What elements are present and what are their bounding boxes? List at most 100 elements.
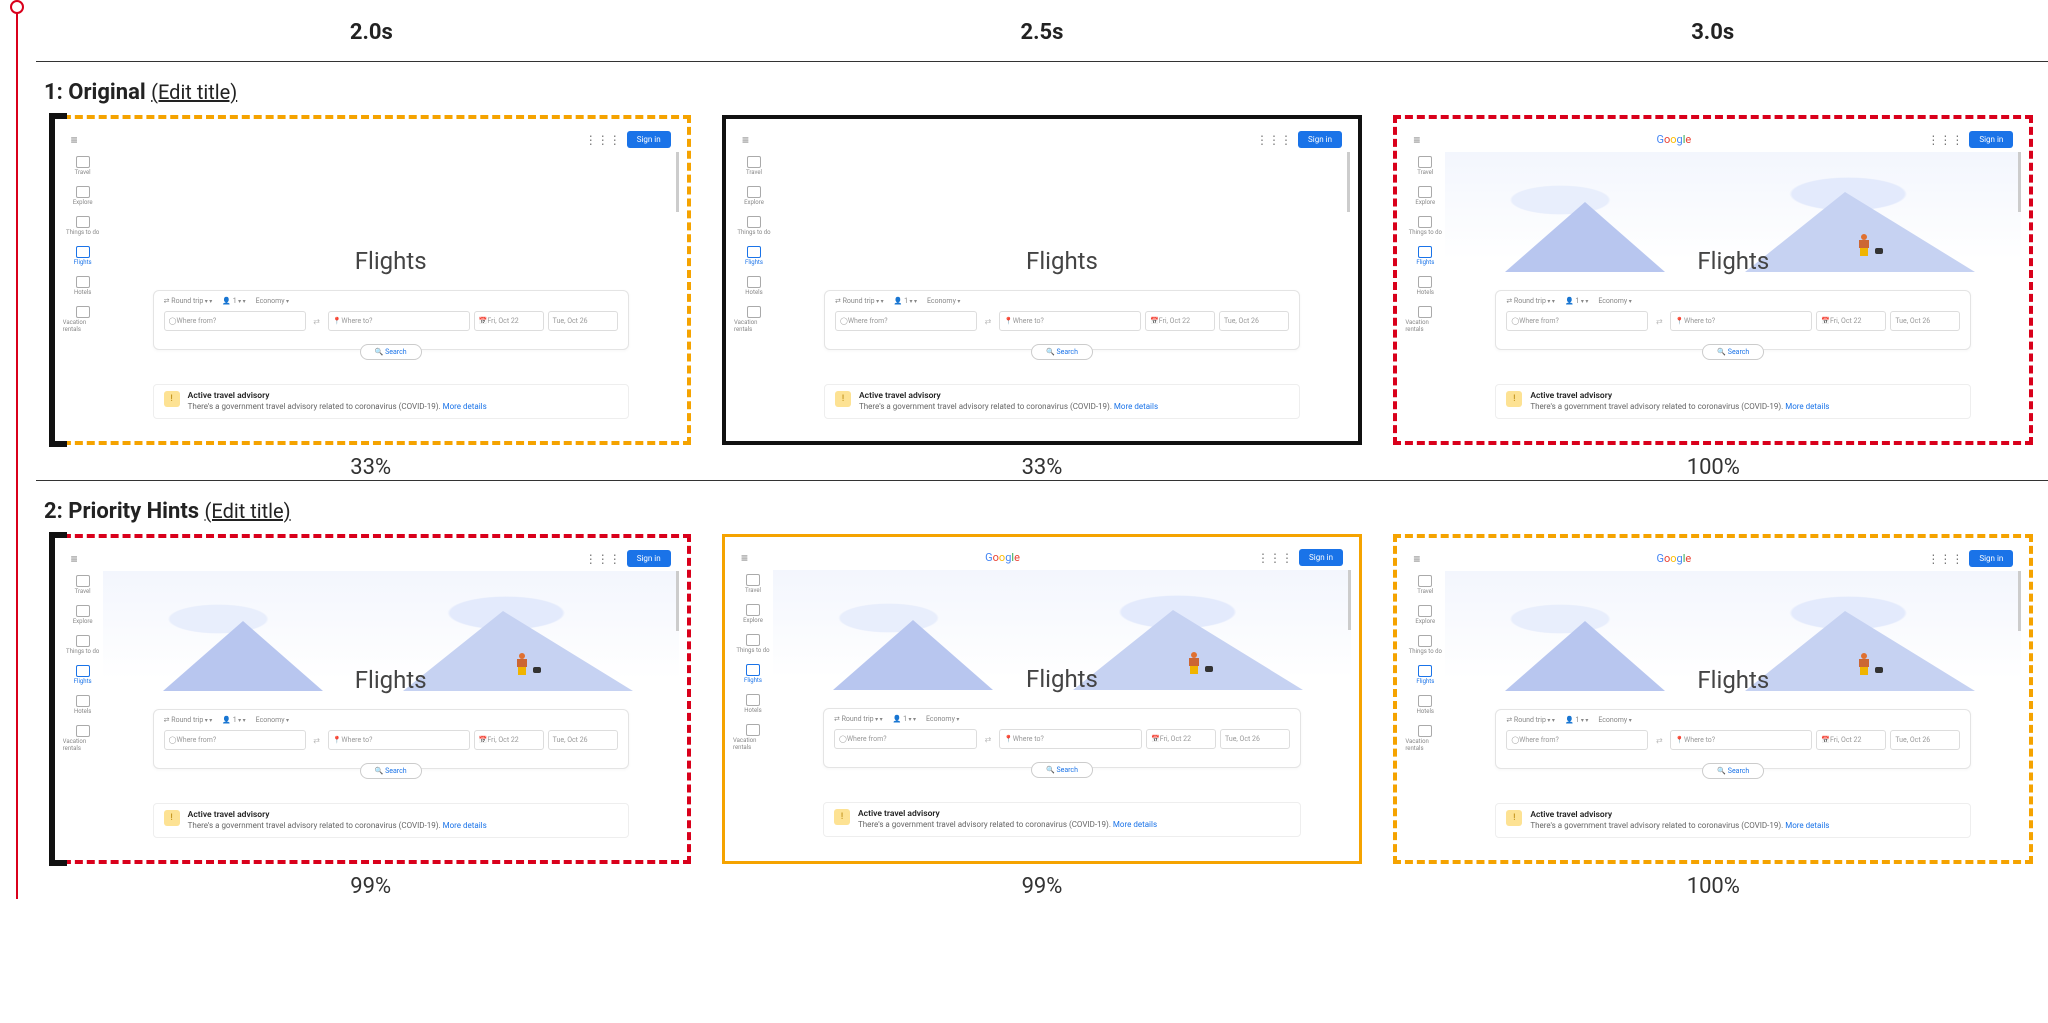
cabin-select[interactable]: Economy: [927, 297, 960, 305]
search-button[interactable]: 🔍 Search: [1031, 344, 1093, 360]
search-button[interactable]: 🔍 Search: [360, 763, 422, 779]
passenger-select[interactable]: 👤 1: [894, 297, 917, 305]
travel-icon[interactable]: [747, 156, 761, 168]
destination-input[interactable]: 📍 Where to?: [328, 311, 470, 331]
passenger-select[interactable]: 👤 1: [222, 716, 245, 724]
destination-input[interactable]: 📍 Where to?: [1670, 730, 1812, 750]
things-to-do-icon[interactable]: [1418, 216, 1432, 228]
return-date[interactable]: Tue, Oct 26: [548, 730, 618, 750]
explore-icon[interactable]: [1418, 605, 1432, 617]
scrollbar-icon[interactable]: [676, 152, 679, 433]
flights-icon[interactable]: [76, 246, 90, 258]
explore-icon[interactable]: [747, 186, 761, 198]
origin-input[interactable]: ◯ Where from?: [1506, 311, 1648, 331]
vacation-rentals-icon[interactable]: [746, 724, 760, 736]
apps-icon[interactable]: ⋮⋮⋮: [1927, 133, 1963, 147]
cabin-select[interactable]: Economy: [1598, 716, 1631, 724]
vacation-rentals-icon[interactable]: [747, 306, 761, 318]
return-date[interactable]: Tue, Oct 26: [1219, 311, 1289, 331]
return-date[interactable]: Tue, Oct 26: [548, 311, 618, 331]
trip-type-select[interactable]: ⇄ Round trip: [835, 297, 884, 305]
filmstrip-frame[interactable]: ≡ Google ⋮⋮⋮ Sign in Travel Explore Thin…: [1393, 115, 2033, 445]
things-to-do-icon[interactable]: [746, 634, 760, 646]
apps-icon[interactable]: ⋮⋮⋮: [1256, 133, 1292, 147]
hotels-icon[interactable]: [76, 276, 90, 288]
swap-icon[interactable]: ⇄: [310, 730, 324, 750]
flights-icon[interactable]: [746, 664, 760, 676]
apps-icon[interactable]: ⋮⋮⋮: [1927, 552, 1963, 566]
travel-icon[interactable]: [1418, 575, 1432, 587]
sign-in-button[interactable]: Sign in: [1969, 131, 2013, 148]
swap-icon[interactable]: ⇄: [1652, 730, 1666, 750]
swap-icon[interactable]: ⇄: [1652, 311, 1666, 331]
advisory-link[interactable]: More details: [1113, 820, 1157, 829]
cabin-select[interactable]: Economy: [1598, 297, 1631, 305]
explore-icon[interactable]: [746, 604, 760, 616]
destination-input[interactable]: 📍 Where to?: [999, 311, 1141, 331]
advisory-link[interactable]: More details: [443, 402, 487, 411]
hotels-icon[interactable]: [1418, 276, 1432, 288]
hamburger-icon[interactable]: ≡: [71, 552, 78, 566]
sign-in-button[interactable]: Sign in: [1969, 550, 2013, 567]
search-button[interactable]: 🔍 Search: [1702, 344, 1764, 360]
flights-icon[interactable]: [747, 246, 761, 258]
depart-date[interactable]: 📅 Fri, Oct 22: [1816, 311, 1886, 331]
destination-input[interactable]: 📍 Where to?: [328, 730, 470, 750]
cabin-select[interactable]: Economy: [926, 715, 959, 723]
vacation-rentals-icon[interactable]: [1418, 306, 1432, 318]
apps-icon[interactable]: ⋮⋮⋮: [585, 133, 621, 147]
origin-input[interactable]: ◯ Where from?: [164, 730, 306, 750]
hamburger-icon[interactable]: ≡: [742, 133, 749, 147]
sign-in-button[interactable]: Sign in: [1298, 131, 1342, 148]
search-button[interactable]: 🔍 Search: [360, 344, 422, 360]
origin-input[interactable]: ◯ Where from?: [834, 729, 977, 749]
trip-type-select[interactable]: ⇄ Round trip: [164, 716, 213, 724]
vacation-rentals-icon[interactable]: [1418, 725, 1432, 737]
flights-icon[interactable]: [1418, 246, 1432, 258]
vacation-rentals-icon[interactable]: [76, 725, 90, 737]
search-button[interactable]: 🔍 Search: [1702, 763, 1764, 779]
hamburger-icon[interactable]: ≡: [741, 551, 748, 565]
passenger-select[interactable]: 👤 1: [893, 715, 916, 723]
origin-input[interactable]: ◯ Where from?: [1506, 730, 1648, 750]
travel-icon[interactable]: [76, 156, 90, 168]
apps-icon[interactable]: ⋮⋮⋮: [1257, 551, 1293, 565]
things-to-do-icon[interactable]: [76, 635, 90, 647]
apps-icon[interactable]: ⋮⋮⋮: [585, 552, 621, 566]
trip-type-select[interactable]: ⇄ Round trip: [1506, 297, 1555, 305]
filmstrip-frame[interactable]: ≡ Google ⋮⋮⋮ Sign in Travel Explore Thin…: [1393, 534, 2033, 864]
destination-input[interactable]: 📍 Where to?: [999, 729, 1142, 749]
hamburger-icon[interactable]: ≡: [1413, 552, 1420, 566]
scrollbar-icon[interactable]: [676, 571, 679, 852]
explore-icon[interactable]: [76, 605, 90, 617]
search-button[interactable]: 🔍 Search: [1031, 762, 1093, 778]
hotels-icon[interactable]: [76, 695, 90, 707]
origin-input[interactable]: ◯ Where from?: [164, 311, 306, 331]
scrollbar-icon[interactable]: [1348, 570, 1351, 853]
trip-type-select[interactable]: ⇄ Round trip: [164, 297, 213, 305]
filmstrip-frame[interactable]: ≡ Google ⋮⋮⋮ Sign in Travel Explore Thin…: [51, 534, 691, 864]
scrollbar-icon[interactable]: [2018, 152, 2021, 433]
explore-icon[interactable]: [76, 186, 90, 198]
things-to-do-icon[interactable]: [1418, 635, 1432, 647]
advisory-link[interactable]: More details: [1785, 821, 1829, 830]
scrollbar-icon[interactable]: [2018, 571, 2021, 852]
hamburger-icon[interactable]: ≡: [71, 133, 78, 147]
edit-title-link[interactable]: (Edit title): [205, 499, 291, 523]
advisory-link[interactable]: More details: [443, 821, 487, 830]
origin-input[interactable]: ◯ Where from?: [835, 311, 977, 331]
sign-in-button[interactable]: Sign in: [627, 131, 671, 148]
travel-icon[interactable]: [746, 574, 760, 586]
things-to-do-icon[interactable]: [747, 216, 761, 228]
depart-date[interactable]: 📅 Fri, Oct 22: [474, 311, 544, 331]
sign-in-button[interactable]: Sign in: [627, 550, 671, 567]
depart-date[interactable]: 📅 Fri, Oct 22: [1146, 729, 1216, 749]
depart-date[interactable]: 📅 Fri, Oct 22: [474, 730, 544, 750]
depart-date[interactable]: 📅 Fri, Oct 22: [1145, 311, 1215, 331]
cabin-select[interactable]: Economy: [256, 716, 289, 724]
filmstrip-frame[interactable]: ≡ Google ⋮⋮⋮ Sign in Travel Explore Thin…: [51, 115, 691, 445]
advisory-link[interactable]: More details: [1114, 402, 1158, 411]
explore-icon[interactable]: [1418, 186, 1432, 198]
destination-input[interactable]: 📍 Where to?: [1670, 311, 1812, 331]
hotels-icon[interactable]: [746, 694, 760, 706]
